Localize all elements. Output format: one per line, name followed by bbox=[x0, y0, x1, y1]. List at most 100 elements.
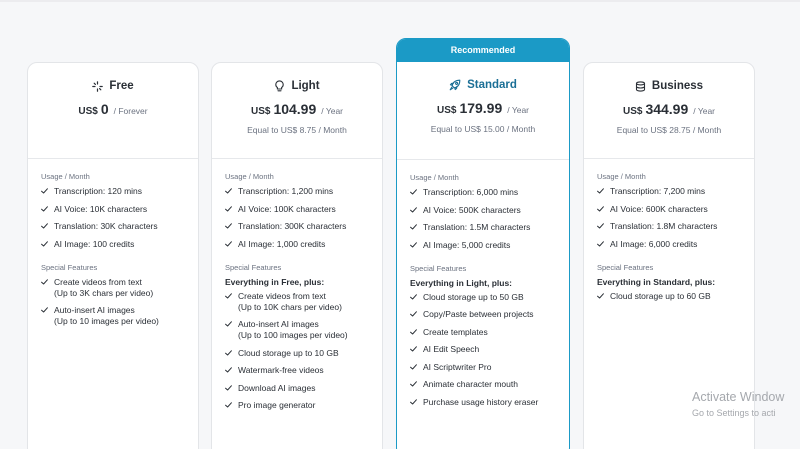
price-amount: 104.99 bbox=[273, 101, 317, 117]
price: US$ 104.99 / Year bbox=[212, 101, 382, 117]
plan-header: Light US$ 104.99 / Year Equal to US$ 8.7… bbox=[212, 63, 382, 159]
check-icon bbox=[410, 224, 417, 230]
feature-item: AI Image: 1,000 credits bbox=[225, 239, 369, 250]
usage-label: Usage / Month bbox=[597, 172, 646, 181]
feature-text: Download AI images bbox=[238, 383, 316, 394]
feature-item: AI Edit Speech bbox=[410, 344, 556, 355]
plan-body: Usage / Month Transcription: 1,200 mins A… bbox=[212, 159, 382, 411]
feature-text: AI Voice: 10K characters bbox=[54, 204, 147, 215]
feature-item: Auto-insert AI images (Up to 100 images p… bbox=[225, 319, 369, 341]
feature-text: Transcription: 120 mins bbox=[54, 186, 142, 197]
feature-item: Cloud storage up to 10 GB bbox=[225, 348, 369, 359]
plan-body: Usage / Month Transcription: 120 mins AI … bbox=[28, 159, 198, 327]
feature-item: Pro image generator bbox=[225, 400, 369, 411]
feature-line: Auto-insert AI images bbox=[238, 319, 319, 329]
plan-card-light: Light US$ 104.99 / Year Equal to US$ 8.7… bbox=[211, 62, 383, 449]
feature-line: Cloud storage up to 60 GB bbox=[610, 290, 711, 301]
feature-line: Translation: 1.5M characters bbox=[423, 222, 531, 232]
feature-subline: (Up to 3K chars per video) bbox=[54, 287, 154, 298]
feature-text: AI Image: 5,000 credits bbox=[423, 240, 510, 251]
feature-text: Translation: 1.5M characters bbox=[423, 222, 530, 233]
feature-text: Copy/Paste between projects bbox=[423, 309, 534, 320]
feature-line: Create videos from text bbox=[54, 276, 142, 287]
feature-line: Cloud storage up to 50 GB bbox=[423, 291, 524, 302]
feature-text: Auto-insert AI images (Up to 100 images p… bbox=[238, 319, 348, 341]
plan-header: Free US$ 0 / Forever bbox=[28, 63, 198, 159]
check-icon bbox=[225, 384, 232, 391]
check-icon bbox=[225, 321, 232, 327]
plan-name: Light bbox=[291, 80, 320, 92]
check-icon bbox=[597, 205, 604, 212]
special-features-label: Special Features bbox=[597, 262, 654, 272]
feature-text: AI Voice: 600K characters bbox=[610, 204, 708, 215]
special-features-list: Create videos from text (Up to 10K chars … bbox=[225, 291, 369, 412]
price: US$ 344.99 / Year bbox=[584, 101, 754, 117]
feature-line: AI Voice: 10K characters bbox=[54, 203, 148, 214]
feature-text: AI Scriptwriter Pro bbox=[423, 362, 492, 373]
feature-line: AI Image: 6,000 credits bbox=[610, 238, 698, 249]
feature-item: Translation: 300K characters bbox=[225, 221, 369, 232]
check-icon bbox=[410, 189, 417, 195]
feature-line: Transcription: 1,200 mins bbox=[238, 186, 334, 196]
check-icon bbox=[41, 307, 48, 313]
feature-line: AI Voice: 500K characters bbox=[423, 204, 521, 215]
usage-list: Transcription: 120 mins AI Voice: 10K cha… bbox=[41, 186, 185, 250]
check-icon bbox=[41, 223, 48, 229]
special-features-list: Cloud storage up to 50 GB Copy/Paste betw… bbox=[410, 292, 556, 408]
feature-line: Translation: 30K characters bbox=[54, 221, 158, 231]
usage-list: Transcription: 7,200 mins AI Voice: 600K … bbox=[597, 186, 741, 250]
feature-item: AI Scriptwriter Pro bbox=[410, 362, 556, 373]
everything-plus-heading: Everything in Free, plus: bbox=[225, 276, 325, 287]
feature-line: Transcription: 7,200 mins bbox=[610, 186, 706, 196]
feature-item: Translation: 1.8M characters bbox=[597, 221, 741, 232]
feature-text: Create templates bbox=[423, 327, 488, 338]
check-icon bbox=[225, 367, 232, 373]
feature-line: Animate character mouth bbox=[423, 379, 518, 389]
feature-line: Translation: 300K characters bbox=[238, 221, 347, 231]
plan-card-free: Free US$ 0 / Forever Usage / Month Trans… bbox=[27, 62, 199, 449]
feature-line: Translation: 1.8M characters bbox=[610, 221, 718, 231]
top-divider bbox=[0, 0, 800, 2]
feature-item: Cloud storage up to 50 GB bbox=[410, 292, 556, 303]
price-amount: 344.99 bbox=[645, 101, 689, 117]
check-icon bbox=[41, 188, 48, 194]
usage-label: Usage / Month bbox=[410, 173, 459, 182]
feature-subline: (Up to 10K chars per video) bbox=[238, 301, 342, 312]
check-icon bbox=[597, 188, 604, 194]
feature-subline: (Up to 100 images per video) bbox=[238, 330, 348, 340]
price-amount: 0 bbox=[100, 101, 109, 117]
feature-line: AI Image: 5,000 credits bbox=[423, 239, 511, 250]
feature-text: AI Edit Speech bbox=[423, 344, 479, 355]
plan-name: Free bbox=[109, 80, 134, 92]
check-icon bbox=[41, 205, 48, 212]
feature-text: Cloud storage up to 10 GB bbox=[238, 348, 339, 359]
plan-body: Usage / Month Transcription: 6,000 mins A… bbox=[397, 160, 569, 408]
plan-name: Business bbox=[651, 80, 704, 92]
price-period: / Year bbox=[321, 106, 344, 116]
feature-item: Transcription: 120 mins bbox=[41, 186, 185, 197]
feature-text: Cloud storage up to 50 GB bbox=[423, 292, 524, 303]
plan-name: Standard bbox=[467, 79, 517, 91]
special-features-label: Special Features bbox=[410, 263, 467, 273]
feature-text: Transcription: 6,000 mins bbox=[423, 187, 518, 198]
feature-text: Create videos from text (Up to 3K chars p… bbox=[54, 277, 153, 299]
feature-text: Cloud storage up to 60 GB bbox=[610, 291, 711, 302]
feature-item: Animate character mouth bbox=[410, 379, 556, 390]
rocket-icon bbox=[449, 79, 461, 91]
special-features-list: Cloud storage up to 60 GB bbox=[597, 291, 741, 302]
feature-item: AI Voice: 500K characters bbox=[410, 205, 556, 216]
price-period: / Year bbox=[507, 105, 530, 115]
lightbulb-icon bbox=[274, 80, 285, 92]
feature-text: AI Image: 6,000 credits bbox=[610, 239, 697, 250]
check-icon bbox=[410, 293, 417, 300]
check-icon bbox=[225, 292, 232, 299]
check-icon bbox=[410, 328, 417, 335]
monthly-equivalent: Equal to US$ 15.00 / Month bbox=[430, 124, 536, 134]
monthly-equivalent: Equal to US$ 28.75 / Month bbox=[616, 125, 722, 135]
feature-line: AI Image: 100 credits bbox=[54, 238, 135, 249]
feature-text: Translation: 30K characters bbox=[54, 221, 158, 232]
windows-activation-watermark: Activate Window Go to Settings to acti bbox=[692, 390, 784, 418]
feature-line: Create templates bbox=[423, 326, 488, 337]
special-features-label: Special Features bbox=[41, 262, 98, 272]
feature-line: Pro image generator bbox=[238, 400, 316, 410]
